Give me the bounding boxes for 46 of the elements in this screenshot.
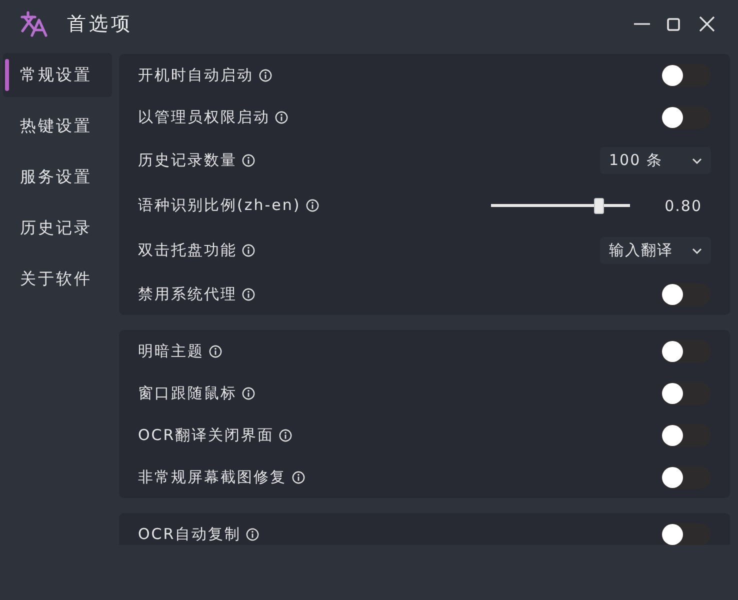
info-icon[interactable]: [242, 386, 255, 400]
sidebar-item[interactable]: 热键设置: [3, 104, 112, 148]
setting-label: 禁用系统代理: [138, 284, 237, 304]
info-icon[interactable]: [279, 428, 292, 442]
chevron-down-icon: [692, 158, 702, 164]
close-icon[interactable]: [699, 16, 715, 32]
sidebar-item[interactable]: 服务设置: [3, 155, 112, 199]
toggle-switch[interactable]: [661, 382, 711, 404]
info-icon[interactable]: [258, 68, 272, 82]
sidebar-item[interactable]: 常规设置: [3, 53, 112, 97]
toggle-switch[interactable]: [661, 64, 711, 86]
window-title: 首选项: [67, 12, 133, 37]
info-icon[interactable]: [275, 110, 288, 124]
dropdown[interactable]: 输入翻译: [600, 237, 711, 264]
toggle-switch[interactable]: [661, 340, 711, 362]
setting-label: OCR翻译关闭界面: [138, 426, 274, 444]
dropdown[interactable]: 100 条: [600, 147, 711, 174]
chevron-down-icon: [692, 248, 702, 254]
toggle-switch[interactable]: [661, 424, 711, 446]
setting-label: 开机时自动启动: [138, 66, 254, 84]
slider-value: 0.80: [664, 196, 702, 214]
selection-indicator: [5, 59, 9, 91]
setting-label: OCR自动复制: [138, 524, 242, 544]
setting-label: 窗口跟随鼠标: [138, 384, 237, 402]
setting-label: 以管理员权限启动: [138, 108, 270, 126]
info-icon[interactable]: [242, 288, 255, 300]
toggle-switch[interactable]: [661, 282, 711, 306]
info-icon[interactable]: [306, 199, 319, 212]
info-icon[interactable]: [209, 344, 222, 358]
info-icon[interactable]: [242, 244, 255, 257]
setting-label: 语种识别比例(zh-en): [138, 196, 301, 215]
setting-label: 非常规屏幕截图修复: [138, 468, 286, 486]
setting-label: 明暗主题: [138, 342, 204, 360]
setting-label: 双击托盘功能: [138, 241, 237, 260]
toggle-switch[interactable]: [661, 106, 711, 128]
sidebar-item[interactable]: 关于软件: [3, 257, 112, 301]
info-icon[interactable]: [292, 470, 304, 484]
info-icon[interactable]: [246, 528, 260, 540]
toggle-switch[interactable]: [661, 466, 711, 488]
sidebar-item[interactable]: 历史记录: [3, 206, 112, 250]
toggle-switch[interactable]: [661, 522, 711, 545]
maximize-icon[interactable]: [667, 18, 680, 30]
slider-thumb[interactable]: [594, 198, 604, 214]
setting-label: 历史记录数量: [138, 151, 237, 170]
info-icon[interactable]: [242, 154, 255, 167]
translate-icon: [20, 11, 48, 37]
